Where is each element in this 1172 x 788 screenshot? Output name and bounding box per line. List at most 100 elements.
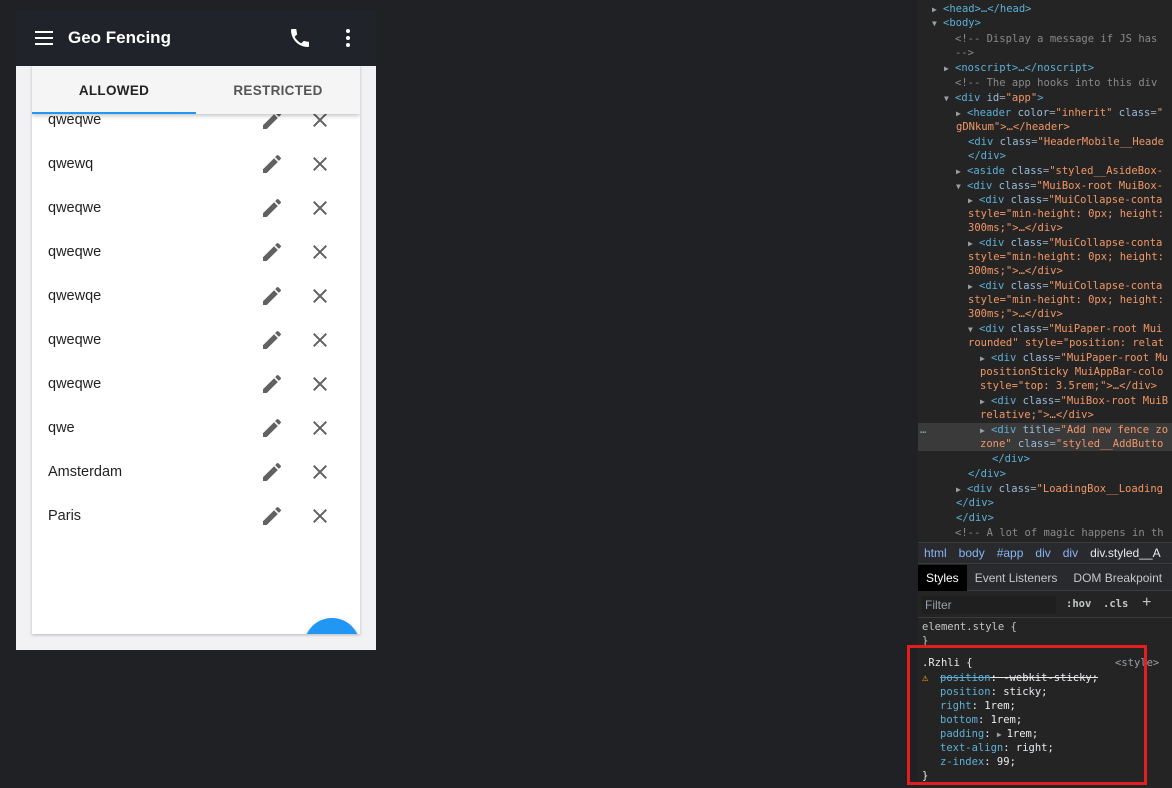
dom-node-add-button[interactable]: … ▶ <div title="Add new fence zo xyxy=(918,423,1172,437)
edit-fence-button[interactable] xyxy=(260,196,284,220)
close-icon xyxy=(313,333,327,347)
tab-restricted[interactable]: RESTRICTED xyxy=(196,66,360,114)
css-property-name: right xyxy=(940,700,972,712)
breadcrumb-item[interactable]: html xyxy=(924,546,947,560)
list-item: qweqwe xyxy=(32,362,360,406)
close-icon xyxy=(313,509,327,523)
dom-node-header-mobile[interactable]: <div class="HeaderMobile__Heade xyxy=(968,135,1164,149)
new-style-rule-button[interactable]: + xyxy=(1142,594,1151,612)
dom-text: <div xyxy=(955,92,987,104)
hover-state-toggle[interactable]: :hov xyxy=(1066,598,1091,610)
delete-fence-button[interactable] xyxy=(308,372,332,396)
expand-shorthand-icon[interactable]: ▶ xyxy=(997,730,1007,739)
delete-fence-button[interactable] xyxy=(308,416,332,440)
dom-node-noscript[interactable]: ▶ <noscript>…</noscript> xyxy=(944,61,1094,75)
close-icon xyxy=(313,465,327,479)
dom-node-app[interactable]: ▼ <div id="app"> xyxy=(944,91,1044,105)
edit-fence-button[interactable] xyxy=(260,372,284,396)
delete-fence-button[interactable] xyxy=(308,240,332,264)
app-bar: Geo Fencing xyxy=(16,10,376,66)
add-fence-button[interactable] xyxy=(304,618,360,634)
dom-text: 300ms;">…</div> xyxy=(968,265,1063,277)
dom-text: <div xyxy=(991,424,1023,436)
dom-text: "styled__AddButto xyxy=(1055,438,1164,450)
dom-node-muibox[interactable]: ▼ <div class="MuiBox-root MuiBox- xyxy=(956,179,1163,193)
css-property-name: text-align xyxy=(940,742,1004,754)
dom-text: class xyxy=(1022,395,1055,407)
breadcrumb-item[interactable]: body xyxy=(959,546,985,560)
class-toggle[interactable]: .cls xyxy=(1103,598,1128,610)
edit-fence-button[interactable] xyxy=(260,460,284,484)
element-style-selector[interactable]: element.style { xyxy=(922,620,1017,634)
pencil-icon xyxy=(263,242,282,261)
dom-node-aside[interactable]: ▶ <aside class="styled__AsideBox- xyxy=(956,164,1163,178)
pencil-icon xyxy=(263,286,282,305)
css-property[interactable]: text-align: right; xyxy=(940,741,1054,755)
breadcrumb-item[interactable]: div xyxy=(1035,546,1050,560)
delete-fence-button[interactable] xyxy=(308,152,332,176)
call-button[interactable] xyxy=(288,26,312,50)
css-property[interactable]: bottom: 1rem; xyxy=(940,713,1022,727)
list-item: qweqwe xyxy=(32,230,360,274)
delete-fence-button[interactable] xyxy=(308,460,332,484)
element-style-close: } xyxy=(922,635,929,647)
dom-node-head[interactable]: ▶ <head>…</head> xyxy=(932,2,1032,16)
edit-fence-button[interactable] xyxy=(260,328,284,352)
edit-fence-button[interactable] xyxy=(260,284,284,308)
list-item: qwe xyxy=(32,406,360,450)
devtools-subtabs: Styles Event Listeners DOM Breakpoint xyxy=(918,565,1172,591)
pencil-icon xyxy=(263,374,282,393)
dom-node-appbar[interactable]: ▶ <div class="MuiPaper-root Mu xyxy=(980,351,1168,365)
dom-node-header[interactable]: ▶ <header color="inherit" class=" xyxy=(956,106,1163,120)
dom-node-options[interactable]: … xyxy=(920,423,926,437)
phone-icon xyxy=(291,29,309,47)
edit-fence-button[interactable] xyxy=(260,416,284,440)
hamburger-icon xyxy=(35,31,53,45)
dom-node-collapse[interactable]: ▶ <div class="MuiCollapse-conta xyxy=(968,279,1162,293)
css-property[interactable]: position: sticky; xyxy=(940,685,1048,699)
tab-event-listeners[interactable]: Event Listeners xyxy=(967,565,1066,591)
delete-fence-button[interactable] xyxy=(308,328,332,352)
styles-filter-input[interactable] xyxy=(922,596,1056,614)
css-property[interactable]: padding: ▶ 1rem; xyxy=(940,727,1038,741)
list-item: Paris xyxy=(32,494,360,538)
css-property[interactable]: z-index: 99; xyxy=(940,755,1016,769)
dom-node-collapse[interactable]: ▶ <div class="MuiCollapse-conta xyxy=(968,236,1162,250)
tab-styles[interactable]: Styles xyxy=(918,565,967,591)
delete-fence-button[interactable] xyxy=(308,196,332,220)
edit-fence-button[interactable] xyxy=(260,152,284,176)
dom-node-body[interactable]: ▼ <body> xyxy=(932,16,981,30)
close-icon xyxy=(313,289,327,303)
dom-breadcrumb: html body #app div div div.styled__A xyxy=(918,542,1172,564)
css-property[interactable]: right: 1rem; xyxy=(940,699,1016,713)
dom-node-muibox[interactable]: ▶ <div class="MuiBox-root MuiB xyxy=(980,394,1168,408)
app-title: Geo Fencing xyxy=(68,28,171,47)
tab-dom-breakpoints[interactable]: DOM Breakpoint xyxy=(1065,565,1170,591)
rule-selector[interactable]: .Rzhli { xyxy=(922,656,973,670)
dom-comment: <!-- Display a message if JS has xyxy=(955,33,1158,45)
breadcrumb-item[interactable]: div xyxy=(1063,546,1078,560)
close-icon xyxy=(313,421,327,435)
fence-name: qwe xyxy=(48,420,75,436)
fence-name: qweqwe xyxy=(48,376,102,392)
rule-source[interactable]: <style> xyxy=(1115,656,1159,670)
dom-node-add-button-cont[interactable]: zone" class="styled__AddButto xyxy=(918,437,1172,451)
tab-allowed[interactable]: ALLOWED xyxy=(32,66,196,114)
menu-button[interactable] xyxy=(34,28,54,48)
fence-name: qwewq xyxy=(48,156,94,172)
warning-icon[interactable]: ⚠ xyxy=(922,671,928,685)
dom-node-collapse[interactable]: ▶ <div class="MuiCollapse-conta xyxy=(968,193,1162,207)
edit-fence-button[interactable] xyxy=(260,504,284,528)
dom-node-loading[interactable]: ▶ <div class="LoadingBox__Loading xyxy=(956,482,1163,496)
delete-fence-button[interactable] xyxy=(308,504,332,528)
dom-text: class xyxy=(998,483,1031,495)
breadcrumb-item-current[interactable]: div.styled__A xyxy=(1090,546,1160,560)
breadcrumb-item[interactable]: #app xyxy=(997,546,1024,560)
delete-fence-button[interactable] xyxy=(308,284,332,308)
edit-fence-button[interactable] xyxy=(260,240,284,264)
dom-node-paper[interactable]: ▼ <div class="MuiPaper-root Mui xyxy=(968,322,1162,336)
more-options-button[interactable] xyxy=(336,26,360,50)
css-property[interactable]: ⚠ position: -webkit-sticky; xyxy=(922,671,1098,685)
fence-name: qwewqe xyxy=(48,288,102,304)
list-item: qweqwe xyxy=(32,186,360,230)
